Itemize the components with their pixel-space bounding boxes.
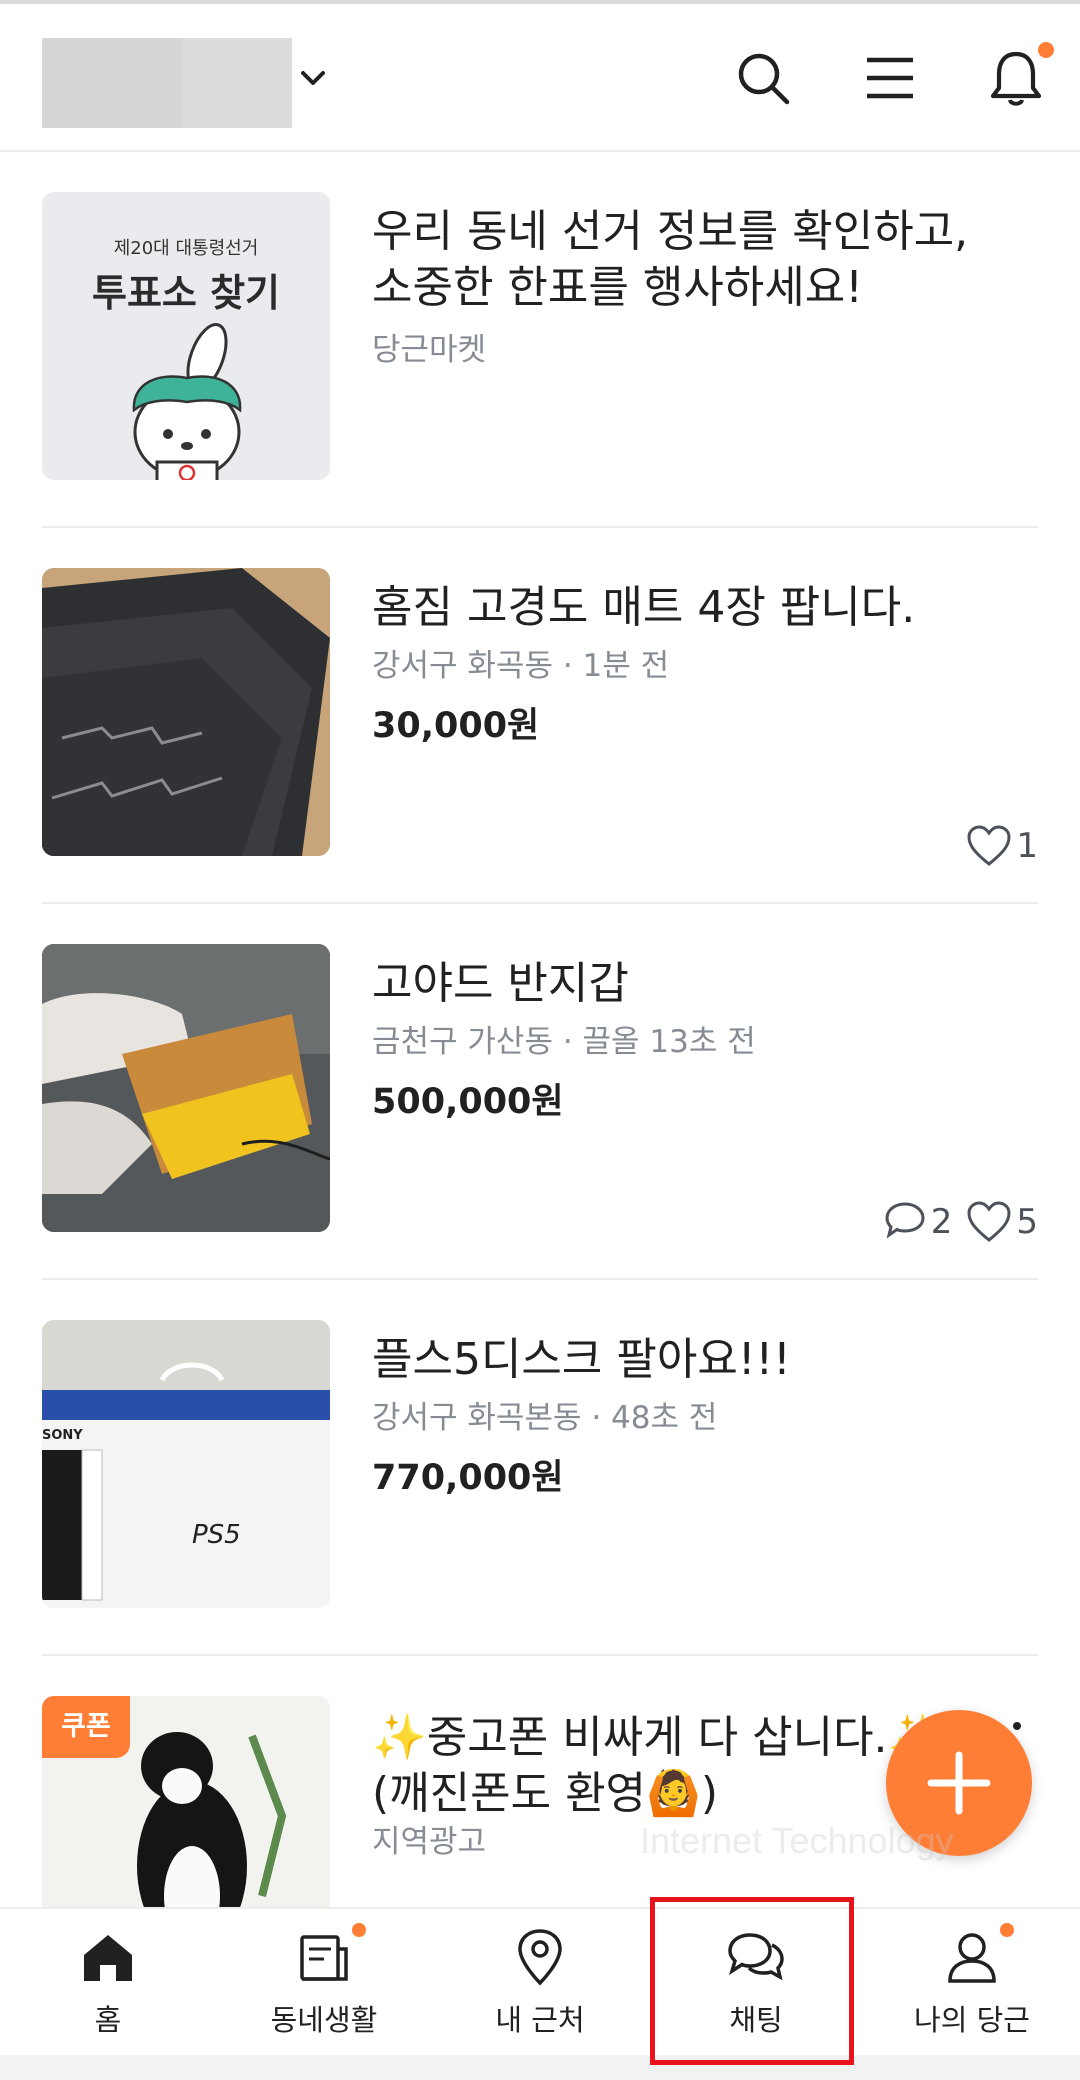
thumb-brand: SONY: [42, 1428, 83, 1443]
menu-icon[interactable]: [860, 48, 920, 108]
item-price: 30,000원: [372, 706, 540, 746]
item-meta: 강서구 화곡본동 · 48초 전: [372, 1400, 718, 1436]
tab-home[interactable]: 홈: [0, 1909, 216, 2057]
tab-chat[interactable]: 채팅: [648, 1909, 864, 2057]
item-price: 770,000원: [372, 1458, 564, 1498]
heart-icon: [967, 825, 1011, 866]
neighborhood-icon: [300, 1935, 348, 1981]
thumb-overline: 제20대 대통령선거: [113, 238, 259, 259]
location-pin-icon: [518, 1929, 562, 1986]
item-meta: 당근마켓: [372, 332, 487, 368]
location-selector[interactable]: [42, 38, 292, 128]
like-count: 5: [1016, 1202, 1038, 1242]
ad-thumbnail: 제20대 대통령선거 투표소 찾기: [42, 192, 330, 480]
item-thumbnail: [42, 944, 330, 1232]
chat-count: 2: [930, 1202, 953, 1242]
tab-neighborhood[interactable]: 동네생활: [216, 1909, 432, 2057]
tab-near-me[interactable]: 내 근처: [432, 1909, 648, 2057]
item-thumbnail: [42, 568, 330, 856]
item-title: 우리 동네 선거 정보를 확인하고, 소중한 한표를 행사하세요!: [372, 206, 969, 313]
home-icon: [84, 1935, 132, 1981]
bottom-tab-bar: 홈 동네생활 내 근처 채팅 나의 당근: [0, 1907, 1080, 2055]
item-title: 플스5디스크 팔아요!!!: [372, 1334, 791, 1385]
list-item[interactable]: 홈짐 고경도 매트 4장 팝니다. 강서구 화곡동 · 1분 전 30,000원…: [42, 528, 1038, 904]
chat-bubble-icon: [885, 1202, 925, 1239]
location-name-redacted: [42, 38, 182, 128]
tab-label: 내 근처: [495, 2003, 585, 2037]
item-meta: 금천구 가산동 · 끌올 13초 전: [372, 1024, 756, 1060]
list-item[interactable]: 고야드 반지갑 금천구 가산동 · 끌올 13초 전 500,000원 2 5: [42, 904, 1038, 1280]
search-icon[interactable]: [733, 48, 793, 108]
item-thumbnail: 쿠폰: [42, 1696, 330, 1907]
list-item-ad[interactable]: 제20대 대통령선거 투표소 찾기 우리 동네 선거 정보를 확인하고, 소중한…: [42, 152, 1038, 528]
item-meta: 강서구 화곡동 · 1분 전: [372, 648, 670, 684]
coupon-badge: 쿠폰: [42, 1696, 130, 1758]
bell-icon[interactable]: [986, 48, 1046, 108]
chevron-down-icon[interactable]: [298, 68, 328, 88]
chat-icon: [728, 1933, 784, 1981]
tab-notification-dot: [352, 1923, 366, 1937]
app-header: [0, 4, 1080, 152]
list-item[interactable]: SONY PS5 플스5디스크 팔아요!!! 강서구 화곡본동 · 48초 전 …: [42, 1280, 1038, 1656]
item-price: 500,000원: [372, 1082, 564, 1122]
tab-label: 동네생활: [270, 2003, 378, 2037]
heart-icon: [967, 1201, 1011, 1242]
tab-label: 홈: [94, 2003, 122, 2037]
thumb-headline: 투표소 찾기: [91, 271, 281, 315]
system-nav-strip: [0, 2055, 1080, 2080]
tab-label: 채팅: [729, 2003, 783, 2037]
watermark: Internet Technology: [640, 1820, 954, 1861]
location-name-redacted: [182, 38, 292, 128]
item-counts: 2 5: [867, 1200, 1038, 1244]
notification-dot: [1038, 42, 1054, 58]
item-counts: 1: [952, 824, 1038, 868]
item-thumbnail: SONY PS5: [42, 1320, 330, 1608]
item-title: 고야드 반지갑: [372, 958, 629, 1009]
rabbit-mascot-icon: [132, 323, 242, 480]
tab-my-profile[interactable]: 나의 당근: [864, 1909, 1080, 2057]
tab-label: 나의 당근: [914, 2003, 1030, 2037]
item-title: 홈짐 고경도 매트 4장 팝니다.: [372, 582, 916, 633]
tab-notification-dot: [1000, 1923, 1014, 1937]
thumb-logo: PS5: [192, 1520, 241, 1550]
profile-icon: [948, 1933, 996, 1983]
product-feed: 제20대 대통령선거 투표소 찾기 우리 동네 선거 정보를 확인하고, 소중한…: [0, 152, 1080, 1907]
like-count: 1: [1016, 826, 1038, 866]
